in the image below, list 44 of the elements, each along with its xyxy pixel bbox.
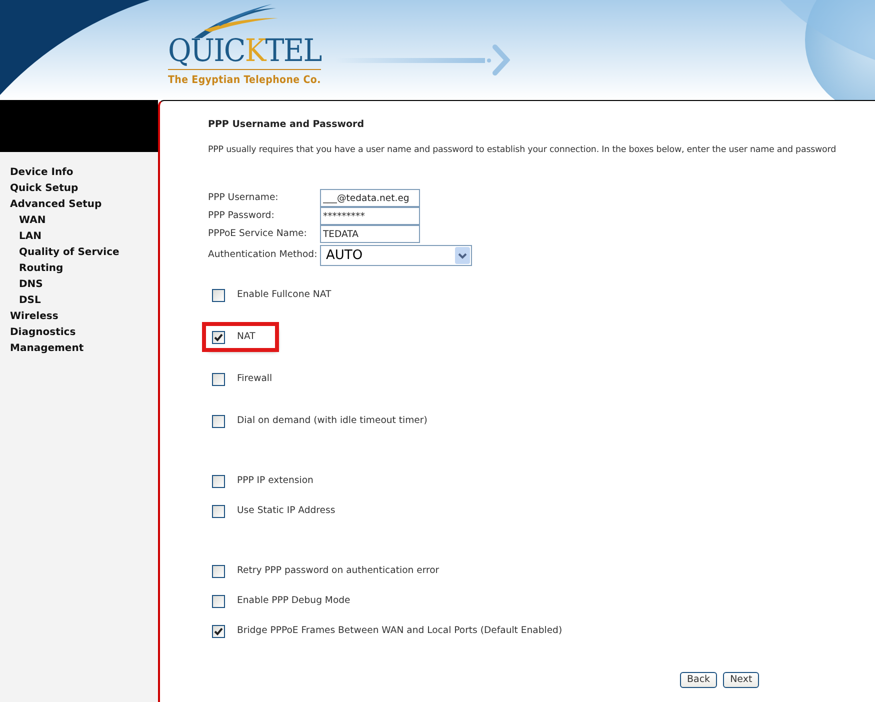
nav-button[interactable]: Back [680, 672, 718, 688]
page-title: PPP Username and Password [208, 118, 366, 132]
checkbox[interactable] [212, 372, 225, 386]
checkbox[interactable] [212, 474, 225, 488]
checkbox-label: Enable Fullcone NAT [237, 288, 332, 302]
checkbox[interactable] [212, 564, 225, 578]
checkbox[interactable] [212, 330, 225, 344]
checkbox-label: Firewall [237, 372, 272, 386]
checkbox[interactable] [212, 594, 225, 608]
nav-button[interactable]: Next [723, 672, 760, 688]
field-label: PPP Username: [208, 191, 280, 206]
checkbox[interactable] [212, 504, 225, 518]
sidebar-item[interactable]: DNS [10, 277, 158, 293]
sidebar-item[interactable]: Wireless [10, 309, 158, 325]
sidebar-item[interactable]: LAN [10, 229, 158, 245]
field-label: PPPoE Service Name: [208, 227, 308, 242]
input-field[interactable]: ********* [320, 207, 420, 226]
sidebar-item[interactable]: WAN [10, 213, 158, 229]
sidebar-item[interactable]: Diagnostics [10, 325, 158, 341]
input-field[interactable]: TEDATA [320, 225, 420, 244]
checkbox[interactable] [212, 624, 225, 638]
description-text: PPP usually requires that you have a user name and password to establish your connection. In the boxes below, enter the user name and password [208, 144, 838, 158]
checkbox-label: Bridge PPPoE Frames Between WAN and Local Ports (Default Enabled) [237, 624, 562, 638]
checkbox-label: Retry PPP password on authentication error [237, 564, 440, 578]
checkbox-label: Dial on demand (with idle timeout timer) [237, 414, 428, 428]
sidebar-item[interactable]: Management [10, 341, 158, 357]
checkbox[interactable] [212, 288, 225, 302]
field-label: Authentication Method: [208, 248, 318, 262]
sidebar-item[interactable]: Quality of Service [10, 245, 158, 261]
checkbox-label: Use Static IP Address [237, 504, 336, 518]
logo-tagline: The Egyptian Telephone Co. [168, 69, 321, 89]
sidebar-item[interactable]: Quick Setup [10, 181, 158, 197]
sidebar-item[interactable]: Device Info [10, 165, 158, 181]
checkbox-label: Enable PPP Debug Mode [237, 594, 350, 608]
sidebar-item[interactable]: Routing [10, 261, 158, 277]
checkbox-label: NAT [237, 330, 256, 344]
sidebar-item[interactable]: DSL [10, 293, 158, 309]
sidebar-item[interactable]: Advanced Setup [10, 197, 158, 213]
checkbox-label: PPP IP extension [237, 474, 314, 488]
auth-method-dropdown[interactable]: AUTO [320, 245, 472, 266]
logo-wordmark: QUICKTEL [168, 36, 322, 67]
field-label: PPP Password: [208, 209, 276, 224]
checkbox[interactable] [212, 414, 225, 428]
input-field[interactable]: ___@tedata.net.eg [320, 189, 420, 208]
